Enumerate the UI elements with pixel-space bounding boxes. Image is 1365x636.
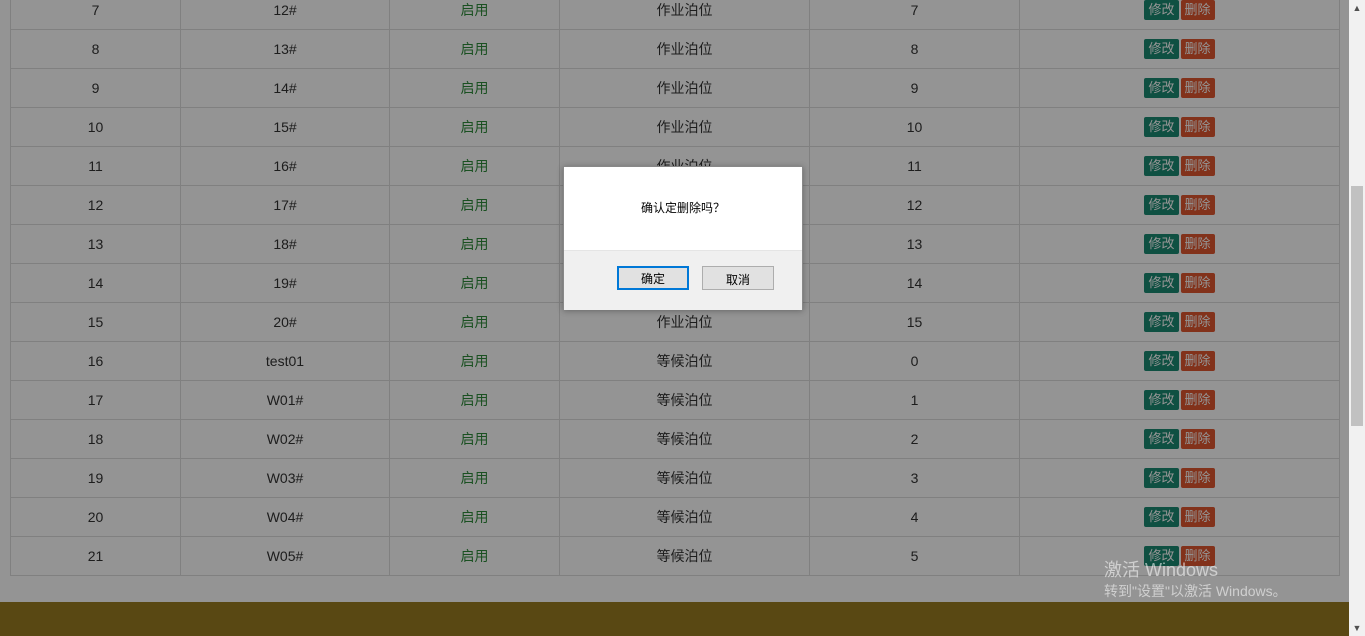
scrollbar-thumb[interactable] — [1351, 186, 1363, 426]
watermark-title: 激活 Windows — [1104, 560, 1219, 580]
windows-activation-watermark: 激活 Windows 转到"设置"以激活 Windows。 — [1104, 559, 1287, 601]
vertical-scrollbar[interactable]: ▲ ▼ — [1349, 0, 1365, 636]
confirm-cancel-button[interactable]: 取消 — [702, 266, 774, 290]
scroll-down-arrow-icon[interactable]: ▼ — [1349, 620, 1365, 636]
scroll-up-arrow-icon[interactable]: ▲ — [1349, 0, 1365, 16]
dialog-footer: 确定 取消 — [564, 250, 802, 310]
modal-overlay — [0, 0, 1349, 636]
watermark-subtitle: 转到"设置"以激活 Windows。 — [1104, 583, 1287, 599]
confirm-ok-button[interactable]: 确定 — [617, 266, 689, 290]
dialog-message: 确认定删除吗？ — [640, 201, 725, 215]
page-viewport: 7 12# 启用 作业泊位 7 修改 删除 8 13# 启用 作业泊位 8 修改 删除 9 14# 启用 作业泊位… — [0, 0, 1349, 636]
confirm-dialog: 确认定删除吗？ 确定 取消 — [563, 166, 803, 310]
